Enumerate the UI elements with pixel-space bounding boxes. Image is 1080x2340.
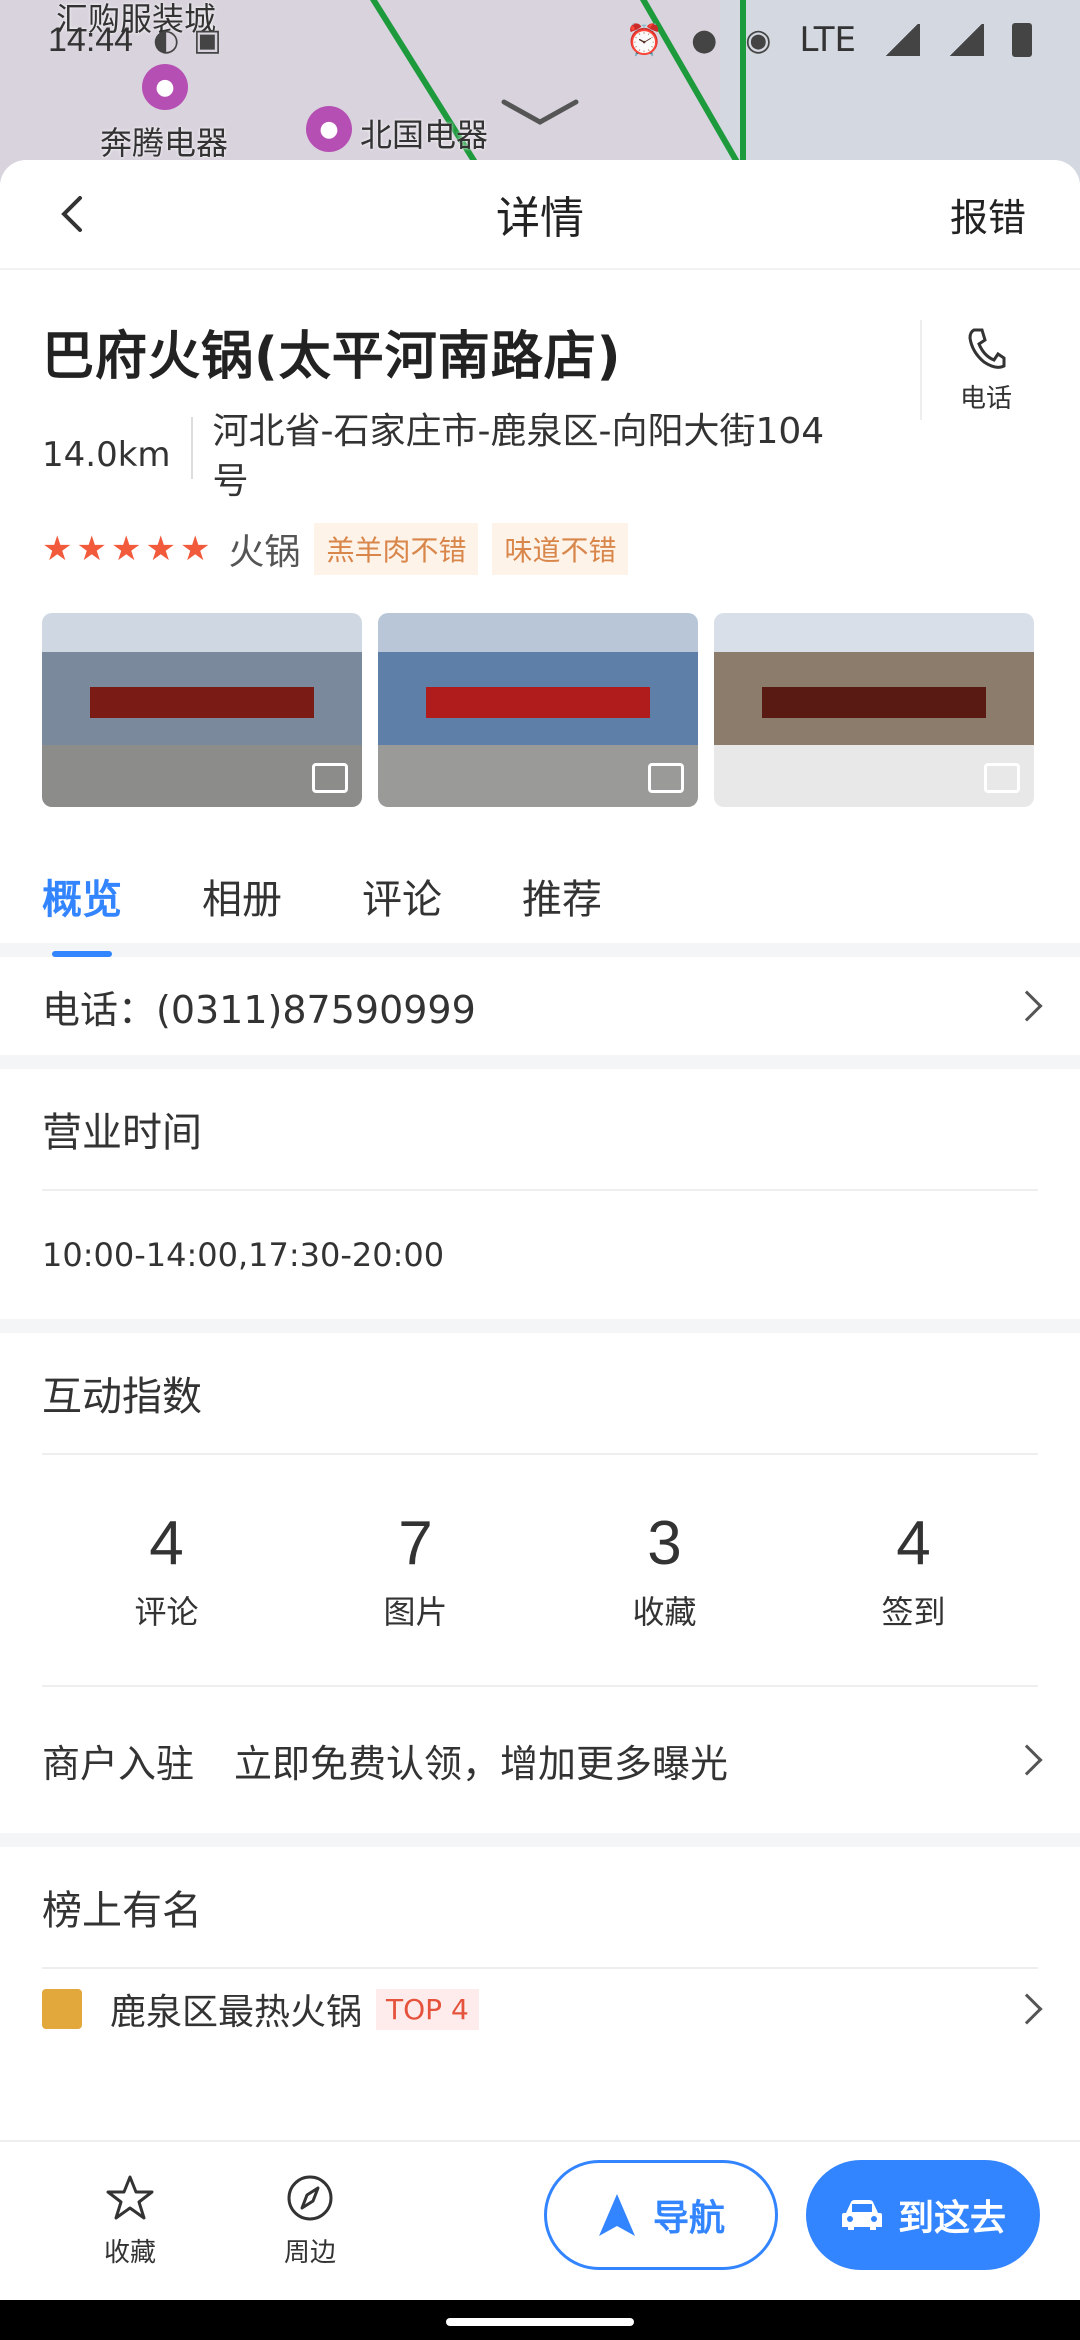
wechat-icon: ◐ <box>153 22 180 58</box>
interaction-title: 互动指数 <box>42 1333 1038 1455</box>
ranking-item-label: 鹿泉区最热火锅 <box>110 1992 363 2033</box>
nearby-button[interactable]: 周边 <box>220 2174 400 2269</box>
address: 河北省-石家庄市-鹿泉区-向阳大街104号 <box>212 411 825 502</box>
rank-badge-icon <box>42 1989 82 2029</box>
report-error-button[interactable]: 报错 <box>950 187 1026 242</box>
favorite-button[interactable]: 收藏 <box>40 2174 220 2269</box>
star-icon: ★ <box>145 529 176 569</box>
stat-label: 收藏 <box>632 1592 697 1631</box>
status-time: 14:44 <box>48 20 134 59</box>
map-poi-pin[interactable]: ● <box>306 106 352 152</box>
image-icon <box>984 763 1020 793</box>
chevron-right-icon <box>1011 990 1043 1022</box>
navigation-arrow-icon <box>598 2194 635 2236</box>
interaction-section: 互动指数 4 评论 7 图片 3 收藏 4 签到 商户入驻 立即免费认领，增加更… <box>0 1333 1080 1847</box>
rating-stars: ★ ★ ★ ★ ★ <box>42 529 210 569</box>
image-icon <box>648 763 684 793</box>
alarm-icon: ⏰ <box>625 22 664 58</box>
stat-reviews[interactable]: 4 评论 <box>67 1508 267 1633</box>
system-nav-bar <box>0 2300 1080 2340</box>
place-photo[interactable] <box>42 613 362 807</box>
didi-icon: ▣ <box>193 22 222 58</box>
place-photo[interactable] <box>714 613 1034 807</box>
stat-label: 签到 <box>881 1592 946 1631</box>
stat-favorites[interactable]: 3 收藏 <box>565 1508 765 1633</box>
hours-title: 营业时间 <box>42 1069 1038 1191</box>
back-arrow-icon[interactable] <box>54 194 94 234</box>
status-bar: 14:44 ◐ ▣ ⏰ ● ◉ LTE <box>0 0 1080 80</box>
ranking-tag: TOP 4 <box>376 1988 479 2030</box>
feature-tag: 味道不错 <box>492 523 629 575</box>
ranking-section: 榜上有名 鹿泉区最热火锅 TOP 4 <box>0 1847 1080 2049</box>
ranking-item[interactable]: 鹿泉区最热火锅 TOP 4 <box>42 1969 1043 2049</box>
bottom-action-bar: 收藏 周边 导航 到这去 <box>0 2140 1080 2300</box>
feature-tag: 羔羊肉不错 <box>314 523 479 575</box>
battery-icon <box>1012 23 1032 57</box>
stat-label: 图片 <box>383 1592 448 1631</box>
detail-card: 详情 报错 巴府火锅(太平河南路店) 电话 14.0km 河北省-石家庄市-鹿泉… <box>0 160 1080 2160</box>
chevron-right-icon <box>1011 1993 1043 2025</box>
distance: 14.0km <box>42 417 193 479</box>
category: 火锅 <box>228 532 301 573</box>
map-label[interactable]: 奔腾电器 <box>100 118 228 164</box>
page-title: 详情 <box>496 193 584 244</box>
merchant-subtitle: 立即免费认领，增加更多曝光 <box>234 1741 729 1786</box>
phone-icon <box>968 328 1006 369</box>
stat-number: 4 <box>149 1508 184 1578</box>
location-icon: ◉ <box>745 22 772 58</box>
collapse-handle-icon[interactable] <box>500 98 580 128</box>
star-icon: ★ <box>42 529 73 569</box>
stat-number: 3 <box>647 1508 682 1578</box>
star-icon: ★ <box>76 529 107 569</box>
stat-checkins[interactable]: 4 签到 <box>814 1508 1014 1633</box>
compass-icon <box>287 2175 333 2220</box>
favorite-label: 收藏 <box>103 2237 156 2268</box>
merchant-claim-row[interactable]: 商户入驻 立即免费认领，增加更多曝光 <box>42 1687 1043 1833</box>
navigate-button[interactable]: 导航 <box>544 2160 778 2270</box>
phone-number: 电话：(0311)87590999 <box>42 987 476 1032</box>
place-name: 巴府火锅(太平河南路店) <box>42 327 622 387</box>
car-icon <box>841 2200 882 2230</box>
phone-row[interactable]: 电话：(0311)87590999 <box>0 957 1080 1069</box>
call-label: 电话 <box>959 383 1012 414</box>
chevron-right-icon <box>1011 1744 1043 1776</box>
panorama-icon <box>312 763 348 793</box>
tab-recommend[interactable]: 推荐 <box>522 847 602 943</box>
top-bar: 详情 报错 <box>0 160 1080 270</box>
stat-label: 评论 <box>134 1592 199 1631</box>
stat-photos[interactable]: 7 图片 <box>316 1508 516 1633</box>
place-photo[interactable] <box>378 613 698 807</box>
tab-reviews[interactable]: 评论 <box>362 847 442 943</box>
place-header: 巴府火锅(太平河南路店) 电话 14.0km 河北省-石家庄市-鹿泉区-向阳大街… <box>0 270 1080 575</box>
stat-number: 4 <box>896 1508 931 1578</box>
photo-strip <box>0 613 1080 807</box>
hours-value: 10:00-14:00,17:30-20:00 <box>42 1236 445 1274</box>
signal-icon <box>884 24 920 56</box>
tab-album[interactable]: 相册 <box>202 847 282 943</box>
stat-number: 7 <box>398 1508 433 1578</box>
map-label[interactable]: 北国电器 <box>360 110 488 156</box>
ranking-title: 榜上有名 <box>42 1847 1038 1969</box>
hours-section: 营业时间 10:00-14:00,17:30-20:00 <box>0 1069 1080 1333</box>
network-label: LTE <box>799 20 856 60</box>
nearby-label: 周边 <box>283 2237 336 2268</box>
merchant-label: 商户入驻 <box>42 1741 195 1786</box>
interaction-stats: 4 评论 7 图片 3 收藏 4 签到 <box>42 1455 1038 1687</box>
rating-tags-row: ★ ★ ★ ★ ★ 火锅 羔羊肉不错 味道不错 <box>42 523 1038 575</box>
navigate-label: 导航 <box>652 2198 725 2239</box>
mic-icon: ● <box>691 22 718 58</box>
home-indicator[interactable] <box>446 2318 634 2326</box>
star-outline-icon <box>106 2175 154 2219</box>
address-row: 14.0km 河北省-石家庄市-鹿泉区-向阳大街104号 <box>42 407 1038 507</box>
star-icon: ★ <box>110 529 142 569</box>
tab-bar: 概览 相册 评论 推荐 <box>0 847 1080 957</box>
go-here-label: 到这去 <box>897 2198 1006 2239</box>
star-icon: ★ <box>179 529 211 569</box>
tab-overview[interactable]: 概览 <box>42 847 122 957</box>
signal-icon <box>948 24 984 56</box>
call-button[interactable]: 电话 <box>920 320 1050 420</box>
go-here-button[interactable]: 到这去 <box>806 2160 1040 2270</box>
